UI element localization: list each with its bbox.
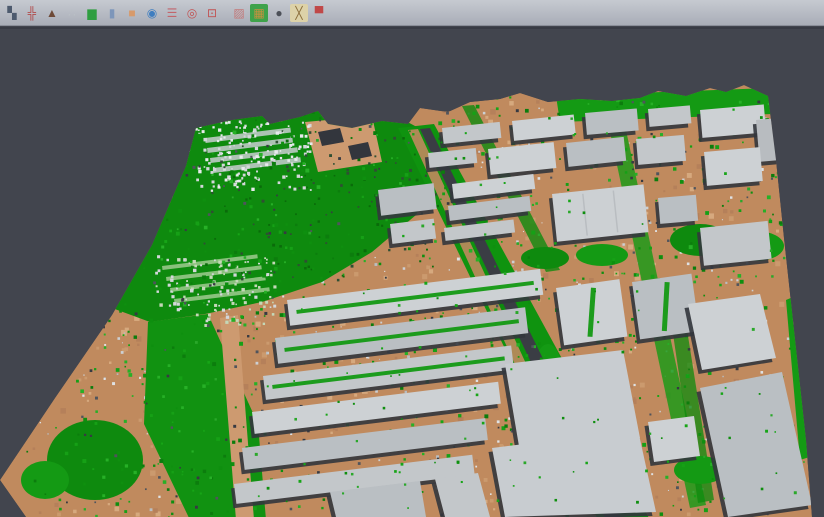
- building-roof: [645, 105, 692, 131]
- classification-map-icon-button[interactable]: ▦: [250, 4, 268, 22]
- dem-tile-icon-button[interactable]: ■: [123, 4, 141, 22]
- globe-icon-button[interactable]: ◉: [143, 4, 161, 22]
- building-roof: [582, 108, 640, 139]
- main-toolbar: ▚ ╬ ▲ ∴ ▆ ▮ ■ ◉ ☰ ◎ ⊡ ▨ ▦ ● ╳ ▀: [0, 0, 824, 26]
- classification-map-icon: ▦: [253, 7, 264, 19]
- profile-ruler-icon: ▮: [109, 7, 116, 19]
- cross-section-icon-button[interactable]: ▨: [230, 4, 248, 22]
- flag-tool-icon-button[interactable]: ▀: [310, 4, 328, 22]
- grid-points-icon: ∴: [68, 7, 76, 19]
- building-roof: [655, 195, 699, 229]
- terrain-mesh: [0, 85, 816, 517]
- building-roof: [553, 279, 628, 350]
- camera-icon-button[interactable]: ●: [270, 4, 288, 22]
- attribute-table-icon: ☰: [167, 7, 178, 19]
- attribute-table-icon-button[interactable]: ☰: [163, 4, 181, 22]
- flag-tool-icon: ▀: [315, 7, 324, 19]
- terrain-icon-button[interactable]: ▲: [43, 4, 61, 22]
- viewport-panel[interactable]: [0, 27, 824, 517]
- terrain-icon: ▲: [46, 7, 58, 19]
- target-picker-icon: ◎: [187, 7, 197, 19]
- target-picker-icon-button[interactable]: ◎: [183, 4, 201, 22]
- building-roof: [633, 135, 687, 169]
- dem-tile-icon: ■: [128, 7, 135, 19]
- building-roof: [701, 147, 764, 190]
- building-roof: [697, 221, 772, 270]
- viewport-3d-scene[interactable]: [0, 29, 824, 517]
- profile-ruler-icon-button[interactable]: ▮: [103, 4, 121, 22]
- vegetation-icon-button[interactable]: ▆: [83, 4, 101, 22]
- camera-icon: ●: [275, 7, 282, 19]
- scatter-points-icon: ╬: [28, 7, 37, 19]
- vegetation-icon: ▆: [87, 7, 96, 19]
- clip-box-icon-button[interactable]: ⊡: [203, 4, 221, 22]
- measure-cross-icon-button[interactable]: ╳: [290, 4, 308, 22]
- measure-cross-icon: ╳: [295, 7, 302, 19]
- scatter-points-icon-button[interactable]: ╬: [23, 4, 41, 22]
- cloud-slice-icon-button[interactable]: ▚: [3, 4, 21, 22]
- clip-box-icon: ⊡: [207, 7, 217, 19]
- cross-section-icon: ▨: [233, 7, 244, 19]
- application-window: ▚ ╬ ▲ ∴ ▆ ▮ ■ ◉ ☰ ◎ ⊡ ▨ ▦ ● ╳ ▀: [0, 0, 824, 517]
- globe-icon: ◉: [147, 7, 157, 19]
- building-roof: [549, 184, 649, 246]
- toolbar-separator: [222, 4, 229, 22]
- grid-points-icon-button[interactable]: ∴: [63, 4, 81, 22]
- cloud-slice-icon: ▚: [7, 7, 16, 19]
